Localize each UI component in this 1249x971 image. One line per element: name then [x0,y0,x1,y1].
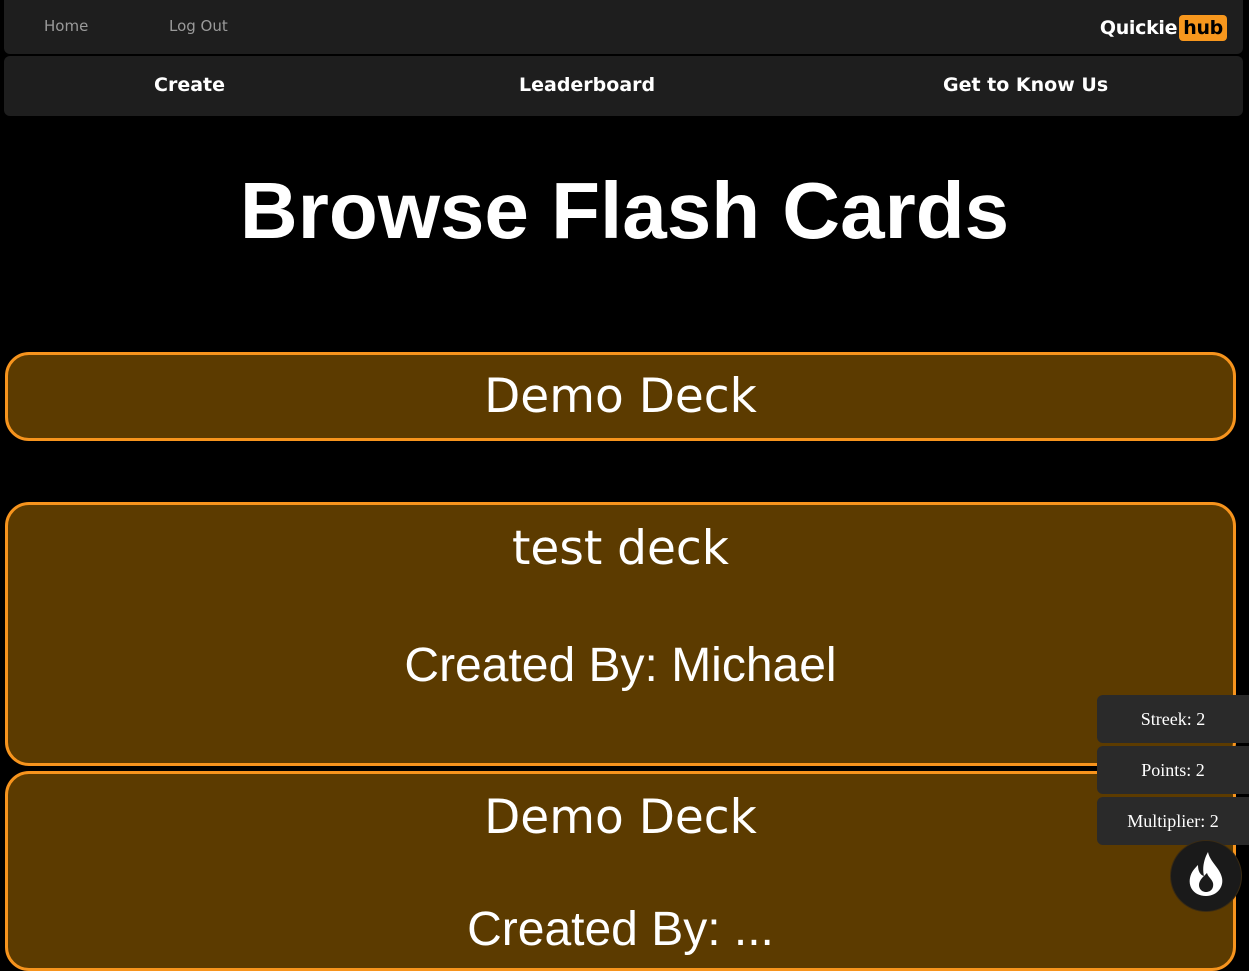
deck-card[interactable]: test deck Created By: Michael [5,502,1236,766]
nav-create[interactable]: Create [154,74,225,96]
quickiehub-logo[interactable]: Quickie hub [1100,15,1227,41]
top-bar: Home Log Out Quickie hub [4,0,1243,54]
multiplier-stat: Multiplier: 2 [1097,797,1249,845]
logo-badge: hub [1179,15,1227,41]
deck-name: test deck [511,521,729,576]
streak-fire-button[interactable] [1171,841,1241,911]
deck-author: Created By: ... [467,903,774,956]
points-stat: Points: 2 [1097,746,1249,794]
deck-author: Created By: Michael [404,639,837,692]
logout-link[interactable]: Log Out [169,17,228,35]
deck-card[interactable]: Demo Deck Created By: ... [5,771,1236,971]
streek-stat: Streek: 2 [1097,695,1249,743]
main-nav: Create Leaderboard Get to Know Us [4,56,1243,116]
nav-leaderboard[interactable]: Leaderboard [519,74,655,96]
fire-icon [1180,848,1232,904]
home-link[interactable]: Home [44,17,88,35]
logo-text: Quickie [1099,17,1178,39]
page-title: Browse Flash Cards [239,166,1010,255]
deck-name: Demo Deck [484,369,757,424]
nav-get-to-know-us[interactable]: Get to Know Us [943,74,1108,96]
deck-name: Demo Deck [484,790,757,845]
deck-card[interactable]: Demo Deck [5,352,1236,441]
